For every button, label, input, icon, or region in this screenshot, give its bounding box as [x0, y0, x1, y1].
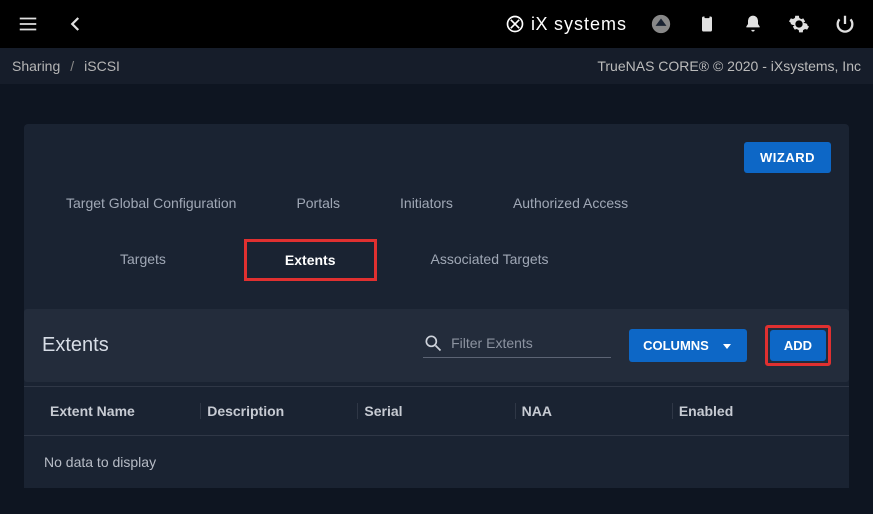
- search-wrap: [423, 333, 611, 358]
- main-card: WIZARD Target Global Configuration Porta…: [24, 124, 849, 488]
- topbar-left: [16, 12, 88, 36]
- truenas-icon[interactable]: [649, 12, 673, 36]
- ixsystems-logo[interactable]: iX systems: [505, 14, 627, 35]
- wizard-row: WIZARD: [24, 142, 849, 191]
- chevron-down-icon: [721, 340, 733, 352]
- add-button-highlight: ADD: [765, 325, 831, 366]
- columns-label: COLUMNS: [643, 338, 709, 353]
- section-header: Extents COLUMNS ADD: [24, 309, 849, 382]
- topbar-right: iX systems: [505, 12, 857, 36]
- logo-sys: systems: [554, 14, 627, 35]
- settings-icon[interactable]: [787, 12, 811, 36]
- tab-associated-targets[interactable]: Associated Targets: [395, 239, 585, 281]
- tabs-row-2: Targets Extents Associated Targets: [24, 239, 849, 281]
- logo-ix: iX: [531, 14, 548, 35]
- col-description[interactable]: Description: [201, 403, 358, 419]
- tab-initiators[interactable]: Initiators: [400, 191, 453, 215]
- tab-portals[interactable]: Portals: [296, 191, 340, 215]
- tabs-row-1: Target Global Configuration Portals Init…: [24, 191, 849, 215]
- col-extent-name[interactable]: Extent Name: [44, 403, 201, 419]
- search-icon: [423, 333, 443, 353]
- topbar: iX systems: [0, 0, 873, 48]
- power-icon[interactable]: [833, 12, 857, 36]
- clipboard-icon[interactable]: [695, 12, 719, 36]
- copyright-text: TrueNAS CORE® © 2020 - iXsystems, Inc: [597, 58, 861, 74]
- extents-table: Extent Name Description Serial NAA Enabl…: [24, 386, 849, 488]
- breadcrumb-sep: /: [70, 58, 74, 74]
- wizard-button[interactable]: WIZARD: [744, 142, 831, 173]
- breadcrumb-iscsi[interactable]: iSCSI: [84, 58, 120, 74]
- tab-targets[interactable]: Targets: [84, 239, 202, 281]
- section-title: Extents: [42, 334, 109, 357]
- section-controls: COLUMNS ADD: [423, 325, 831, 366]
- tab-authorized-access[interactable]: Authorized Access: [513, 191, 628, 215]
- back-icon[interactable]: [64, 12, 88, 36]
- col-naa[interactable]: NAA: [516, 403, 673, 419]
- add-button[interactable]: ADD: [770, 330, 826, 361]
- breadcrumb: Sharing / iSCSI: [12, 58, 120, 74]
- col-enabled[interactable]: Enabled: [673, 403, 829, 419]
- table-empty-text: No data to display: [24, 436, 849, 488]
- filter-extents-input[interactable]: [451, 335, 611, 351]
- breadcrumb-bar: Sharing / iSCSI TrueNAS CORE® © 2020 - i…: [0, 48, 873, 84]
- menu-icon[interactable]: [16, 12, 40, 36]
- columns-button[interactable]: COLUMNS: [629, 329, 747, 362]
- notifications-icon[interactable]: [741, 12, 765, 36]
- col-serial[interactable]: Serial: [358, 403, 515, 419]
- breadcrumb-sharing[interactable]: Sharing: [12, 58, 60, 74]
- extents-section: Extents COLUMNS ADD: [24, 309, 849, 488]
- table-header: Extent Name Description Serial NAA Enabl…: [24, 386, 849, 436]
- tab-extents[interactable]: Extents: [244, 239, 377, 281]
- tab-target-global-configuration[interactable]: Target Global Configuration: [66, 191, 236, 215]
